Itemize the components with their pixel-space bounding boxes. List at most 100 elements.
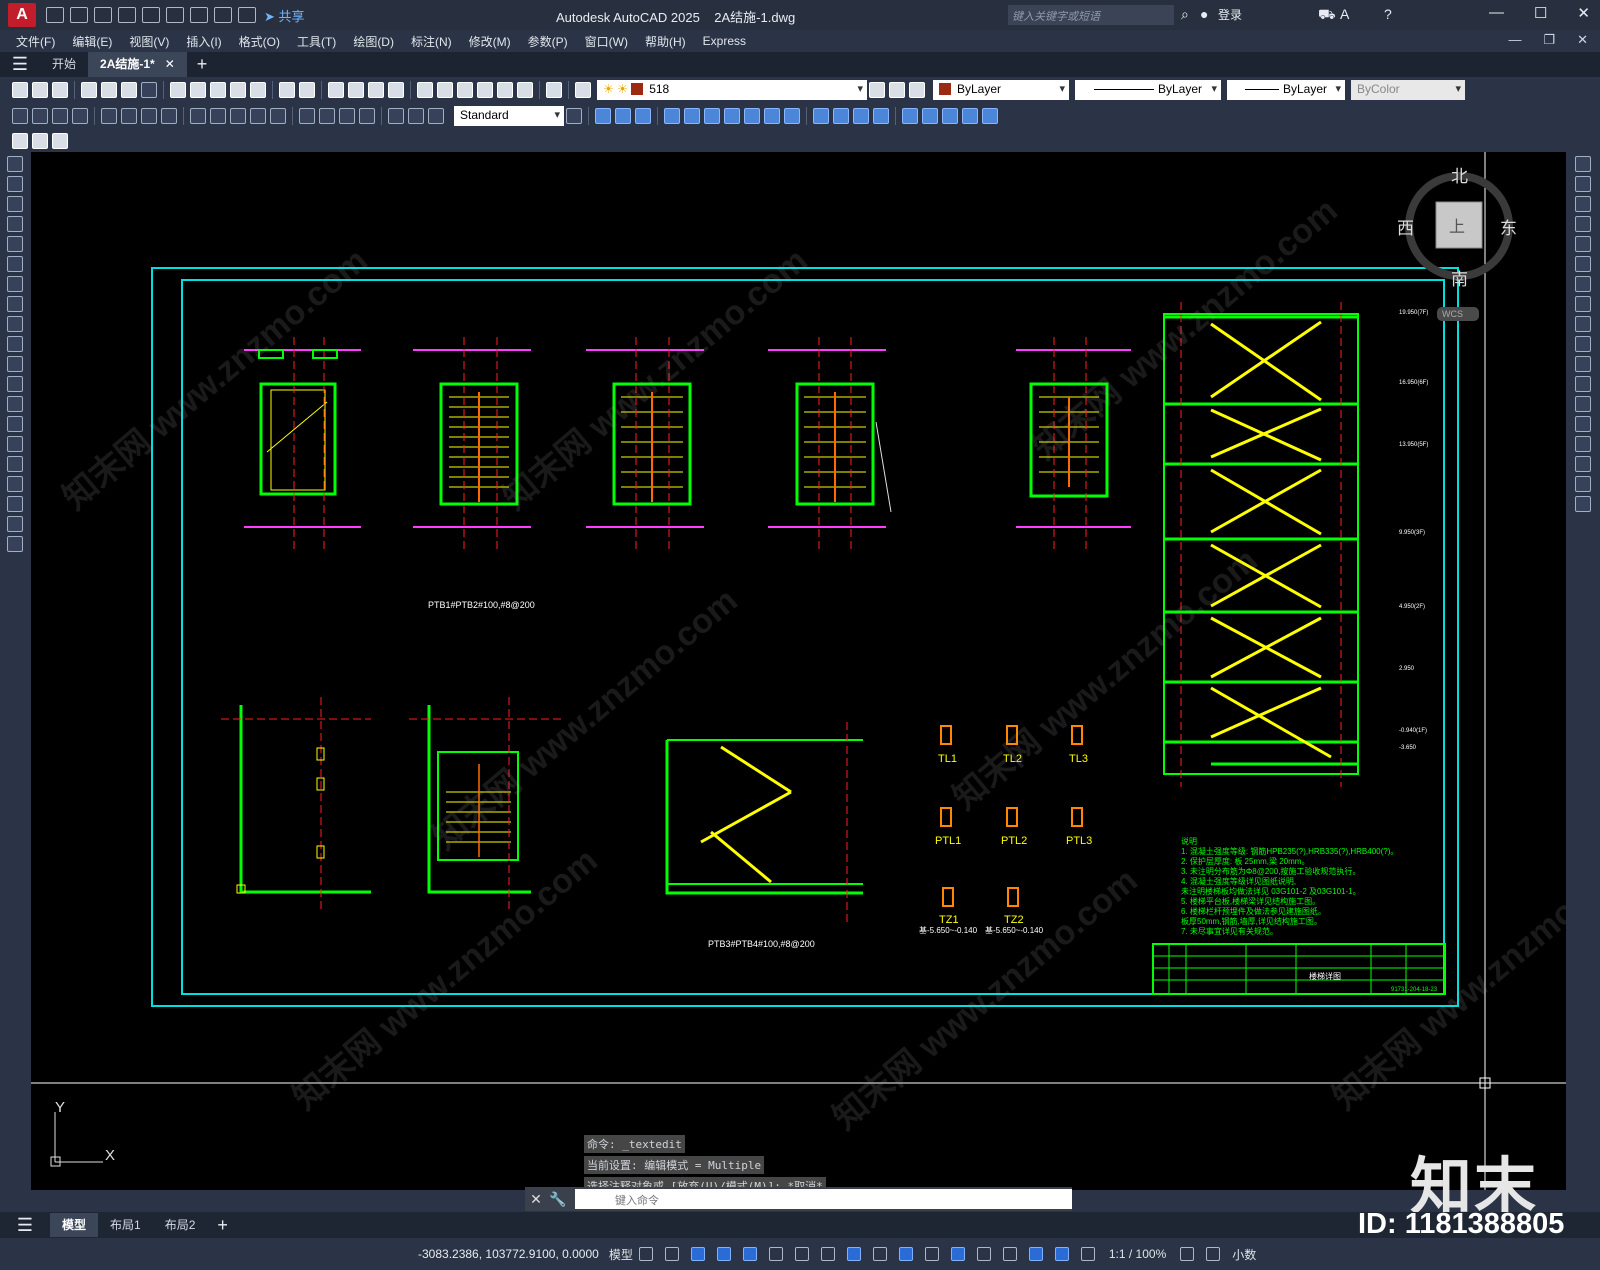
model-space-canvas[interactable]: PTB1#PTB2#100,#8@200 PTB3#PTB4#100,#8@20… [31, 152, 1566, 1190]
dynamic-input-icon[interactable] [716, 1247, 731, 1261]
layer-states-icon[interactable] [909, 82, 925, 98]
doc-close-icon[interactable]: ✕ [1577, 32, 1588, 48]
polyline-icon[interactable] [7, 196, 23, 212]
file-tabs-menu-icon[interactable]: ☰ [0, 54, 40, 75]
tab-layout2[interactable]: 布局2 [153, 1213, 208, 1237]
dim-space-icon[interactable] [250, 108, 266, 124]
save-icon[interactable] [52, 82, 68, 98]
menu-item[interactable]: 帮助(H) [645, 33, 686, 50]
cut-icon[interactable] [170, 82, 186, 98]
jogged-linear-icon[interactable] [359, 108, 375, 124]
scale-icon[interactable] [1575, 296, 1591, 312]
save-as-icon[interactable] [118, 7, 136, 23]
extrude-icon[interactable] [664, 108, 680, 124]
extend-icon[interactable] [1575, 356, 1591, 372]
wedge-icon[interactable] [615, 108, 631, 124]
subtract-icon[interactable] [784, 108, 800, 124]
construction-line-icon[interactable] [7, 176, 23, 192]
rectangle-icon[interactable] [7, 236, 23, 252]
dimstyle-select[interactable]: Standard [454, 106, 564, 126]
ortho-icon[interactable] [742, 1247, 757, 1261]
inspect-icon[interactable] [339, 108, 355, 124]
menu-item[interactable]: 窗口(W) [585, 33, 628, 50]
annotation-scale[interactable]: 1:1 / 100% [1109, 1247, 1166, 1261]
object-snap-tracking-icon[interactable] [820, 1247, 835, 1261]
plot-icon[interactable] [190, 7, 208, 23]
menu-item[interactable]: 绘图(D) [353, 33, 394, 50]
add-selected-icon[interactable] [7, 536, 23, 552]
clean-icon[interactable] [982, 108, 998, 124]
copy-object-icon[interactable] [1575, 176, 1591, 192]
login-label[interactable]: 登录 [1218, 6, 1242, 23]
offset-icon[interactable] [1575, 216, 1591, 232]
dimstyle-icon[interactable] [566, 108, 582, 124]
center-mark-icon[interactable] [319, 108, 335, 124]
3d-print-icon[interactable] [141, 82, 157, 98]
tab-layout1[interactable]: 布局1 [98, 1213, 153, 1237]
viewcube-top[interactable]: 上 [1449, 217, 1465, 236]
chamfer-icon[interactable] [1575, 436, 1591, 452]
3d-osnap-icon[interactable] [950, 1247, 965, 1261]
redo-icon[interactable] [238, 7, 256, 23]
arc-length-dim-icon[interactable] [52, 108, 68, 124]
sheet-set-icon[interactable] [477, 82, 493, 98]
viewcube-west[interactable]: 西 [1397, 219, 1414, 239]
new-tab-icon[interactable]: + [197, 54, 208, 75]
share-button[interactable]: ➤ 共享 [264, 6, 305, 25]
dim-text-edit-icon[interactable] [408, 108, 424, 124]
revolve-icon[interactable] [724, 108, 740, 124]
separate-icon[interactable] [942, 108, 958, 124]
properties-icon[interactable] [417, 82, 433, 98]
box-icon[interactable] [595, 108, 611, 124]
array-icon[interactable] [1575, 236, 1591, 252]
tab-model[interactable]: 模型 [50, 1213, 99, 1237]
mirror-icon[interactable] [1575, 196, 1591, 212]
publish-icon[interactable] [121, 82, 137, 98]
union-icon[interactable] [764, 108, 780, 124]
doc-restore-icon[interactable]: ❐ [1543, 32, 1555, 48]
redo-icon[interactable] [299, 82, 315, 98]
undo-icon[interactable] [279, 82, 295, 98]
new-layout-icon[interactable]: + [217, 1215, 228, 1236]
doc-minimize-icon[interactable]: — [1508, 32, 1521, 48]
sweep-icon[interactable] [704, 108, 720, 124]
help-icon[interactable] [546, 82, 562, 98]
object-snap-icon[interactable] [846, 1247, 861, 1261]
intersect-icon[interactable] [813, 108, 829, 124]
quickcalc-icon[interactable] [517, 82, 533, 98]
rotate-icon[interactable] [1575, 276, 1591, 292]
blend-curves-icon[interactable] [1575, 476, 1591, 492]
erase-icon[interactable] [1575, 156, 1591, 172]
menu-item[interactable]: 工具(T) [297, 33, 336, 50]
stretch-icon[interactable] [1575, 316, 1591, 332]
zoom-window-icon[interactable] [368, 82, 384, 98]
polar-icon[interactable] [768, 1247, 783, 1261]
infer-constraints-icon[interactable] [690, 1247, 705, 1261]
layer-properties-icon[interactable] [575, 82, 591, 98]
menu-item[interactable]: 格式(O) [239, 33, 280, 50]
model-space-toggle[interactable]: 模型 [609, 1246, 633, 1263]
grid-icon[interactable] [638, 1247, 653, 1261]
new-icon[interactable] [12, 82, 28, 98]
isodraft-icon[interactable] [794, 1247, 809, 1261]
trim-icon[interactable] [1575, 336, 1591, 352]
dim-update-icon[interactable] [428, 108, 444, 124]
linetype-select[interactable]: ByLayer [1075, 80, 1221, 100]
make-current-layer-icon[interactable] [869, 82, 885, 98]
diameter-dim-icon[interactable] [141, 108, 157, 124]
selection-filter-icon[interactable] [1002, 1247, 1017, 1261]
gradient-icon[interactable] [7, 456, 23, 472]
point-icon[interactable] [7, 416, 23, 432]
minimize-icon[interactable]: — [1489, 4, 1504, 22]
annotation-visibility-icon[interactable] [1054, 1247, 1069, 1261]
maximize-icon[interactable]: ☐ [1534, 4, 1547, 22]
check-icon[interactable] [962, 108, 978, 124]
dynamic-ucs-icon[interactable] [976, 1247, 991, 1261]
plot-preview-icon[interactable] [101, 82, 117, 98]
circle-icon[interactable] [7, 276, 23, 292]
match-properties-icon[interactable] [230, 82, 246, 98]
units-select[interactable]: 小数 [1232, 1246, 1256, 1263]
layout-menu-icon[interactable]: ☰ [0, 1215, 50, 1236]
viewcube-north[interactable]: 北 [1451, 167, 1468, 187]
presspull-icon[interactable] [684, 108, 700, 124]
